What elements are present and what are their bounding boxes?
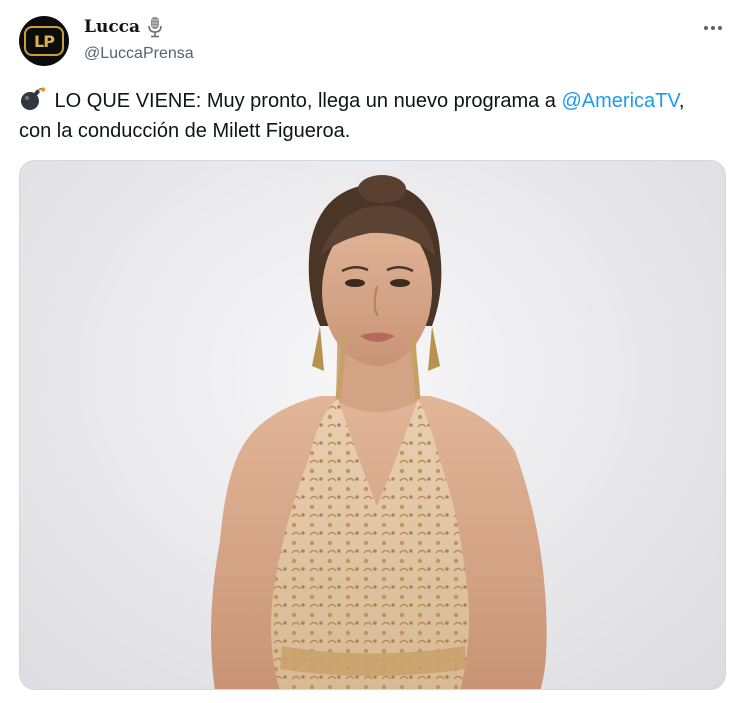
avatar-monogram: LP	[34, 31, 55, 51]
author-name-row: Lucca	[84, 16, 164, 38]
author-handle[interactable]: @LuccaPrensa	[84, 45, 194, 63]
avatar-logo: LP	[24, 26, 64, 56]
tweet-photo[interactable]	[19, 160, 726, 690]
tweet-text: LO QUE VIENE: Muy pronto, llega un nuevo…	[19, 86, 729, 146]
mention-link[interactable]: @AmericaTV	[561, 90, 678, 112]
photo-illustration	[211, 175, 547, 689]
more-options-button[interactable]	[701, 18, 725, 38]
avatar[interactable]: LP	[19, 16, 69, 66]
display-name[interactable]: Lucca	[84, 17, 140, 37]
tweet-text-line2: con la conducción de Milett Figueroa.	[19, 120, 351, 142]
more-dot-icon	[711, 26, 715, 30]
more-dot-icon	[718, 26, 722, 30]
tweet-text-part1: LO QUE VIENE: Muy pronto, llega un nuevo…	[49, 90, 562, 112]
tweet-text-part2: ,	[678, 90, 685, 112]
more-dot-icon	[704, 26, 708, 30]
bomb-icon	[21, 87, 45, 110]
microphone-icon	[148, 17, 162, 38]
